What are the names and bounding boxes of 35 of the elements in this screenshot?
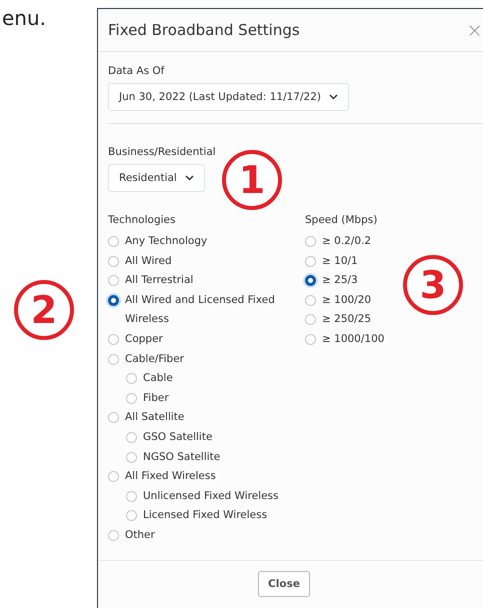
option-label: All Wired and Licensed Fixed Wireless [125,292,276,328]
option-label: Fiber [143,390,169,406]
option-label: Licensed Fixed Wireless [143,508,268,524]
option-label: ≥ 10/1 [322,254,358,269]
body-text: enu. [2,6,46,30]
type-dropdown[interactable]: Residential [108,164,205,192]
option-label: All Fixed Wireless [125,469,216,484]
chevron-down-icon [184,175,194,181]
option-label: Any Technology [125,234,208,249]
radio-button[interactable] [305,275,316,286]
group-label: Technologies [108,214,176,226]
option-label: ≥ 250/25 [322,312,372,328]
option-label: ≥ 1000/100 [322,332,384,347]
option-label: Cable [143,371,173,386]
option-label: ≥ 100/20 [322,292,372,308]
option-label: ≥ 25/3 [322,273,358,288]
option-label: Cable/Fiber [125,352,184,367]
chevron-down-icon [328,94,338,100]
close-button[interactable]: Close [258,570,310,596]
radio-button[interactable] [108,294,119,306]
option-label: Other [125,528,155,543]
date-dropdown[interactable]: Jun 30, 2022 (Last Updated: 11/17/22) [108,83,349,111]
option-label: All Terrestrial [125,273,194,288]
option-label: All Satellite [125,410,184,426]
option-label: Unlicensed Fixed Wireless [143,488,278,504]
option-label: NGSO Satellite [143,450,220,465]
option-label: GSO Satellite [143,430,212,445]
option-label: ≥ 0.2/0.2 [322,234,372,249]
group-label: Speed (Mbps) [305,214,378,226]
step-marker: 2 [14,280,74,340]
option-label: Copper [125,332,163,347]
field-label: Data As Of [108,65,166,77]
dialog-title: Fixed Broadband Settings [108,21,300,39]
field-label: Business/Residential [108,146,217,158]
option-label: All Wired [125,254,172,269]
